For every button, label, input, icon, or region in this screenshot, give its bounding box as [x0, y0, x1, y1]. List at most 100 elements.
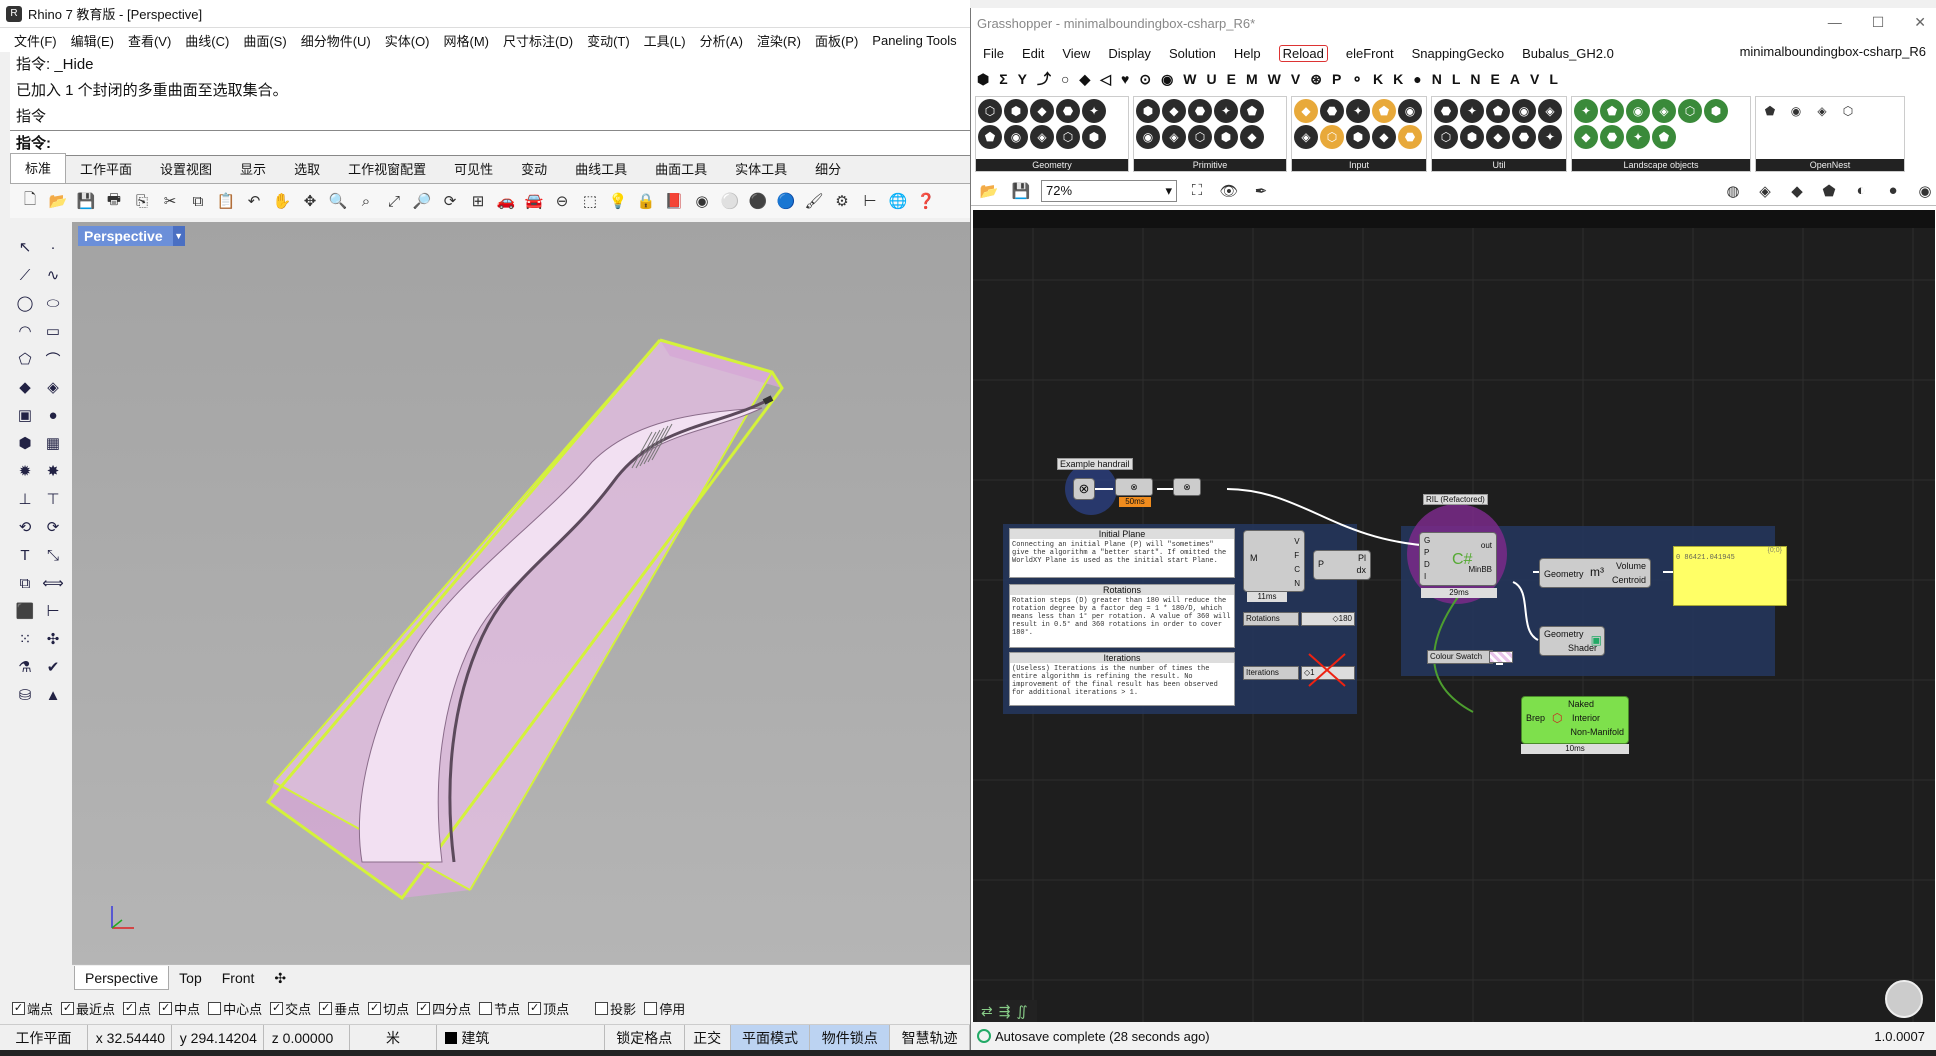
- mesh-icon[interactable]: ▦: [40, 430, 66, 456]
- osnap-6[interactable]: ✓ 垂点: [319, 999, 360, 1018]
- render-mesh-icon[interactable]: ⛁: [12, 682, 38, 708]
- component-icon[interactable]: ✦: [1082, 99, 1106, 123]
- gh-component-tab[interactable]: N: [1470, 71, 1480, 87]
- component-icon[interactable]: ◆: [1030, 99, 1054, 123]
- join-icon[interactable]: ⟲: [12, 514, 38, 540]
- osnap-1[interactable]: ✓ 最近点: [61, 999, 115, 1018]
- gh-component-tab[interactable]: ◁: [1100, 71, 1111, 88]
- component-icon[interactable]: ⬡: [1836, 99, 1860, 123]
- rhino-tab[interactable]: 曲线工具: [561, 157, 641, 183]
- new-file-icon[interactable]: 🗋: [18, 189, 42, 213]
- gh-component-tab[interactable]: ◆: [1079, 71, 1090, 88]
- gumball-icon[interactable]: ✣: [40, 626, 66, 652]
- cplane-icon[interactable]: ⊖: [550, 189, 574, 213]
- named-view-icon[interactable]: 🚘: [522, 189, 546, 213]
- plane-deconstruct-node[interactable]: P Pl dx: [1313, 550, 1371, 580]
- gh-component-tab[interactable]: K: [1393, 71, 1403, 87]
- rhino-menu-item[interactable]: 工具(L): [644, 31, 686, 50]
- rotations-panel[interactable]: Rotations Rotation steps (D) greater tha…: [1009, 584, 1235, 648]
- iterations-panel[interactable]: Iterations (Useless) Iterations is the n…: [1009, 652, 1235, 706]
- component-icon[interactable]: ⬡: [1056, 125, 1080, 149]
- osnap-0[interactable]: ✓ 端点: [12, 999, 53, 1018]
- display-options-icon[interactable]: ◉: [1913, 179, 1936, 203]
- osnap-3[interactable]: ✓ 中点: [159, 999, 200, 1018]
- gh-menu-item[interactable]: View: [1062, 46, 1090, 61]
- smarttrack-toggle[interactable]: 智慧轨迹: [890, 1024, 970, 1051]
- rhino-tab[interactable]: 细分: [801, 157, 855, 183]
- osnap-checkbox[interactable]: [644, 1001, 658, 1015]
- dimension-icon[interactable]: ⊢: [858, 189, 882, 213]
- arc-icon[interactable]: ◠: [12, 318, 38, 344]
- component-icon[interactable]: ⬡: [1434, 125, 1458, 149]
- open-folder-icon[interactable]: 📂: [977, 179, 1001, 203]
- align-icon[interactable]: ⇶: [999, 1003, 1011, 1020]
- gh-component-tab[interactable]: K: [1373, 71, 1383, 87]
- osnap-checkbox[interactable]: ✓: [417, 1001, 431, 1015]
- planar-toggle[interactable]: 平面模式: [730, 1024, 811, 1051]
- component-icon[interactable]: ⬣: [1600, 125, 1624, 149]
- component-icon[interactable]: ⬟: [978, 125, 1002, 149]
- cplane-label[interactable]: 工作平面: [0, 1024, 88, 1051]
- colour-swatch[interactable]: [1489, 651, 1513, 663]
- rhino-tab[interactable]: 选取: [280, 157, 334, 183]
- four-viewports-icon[interactable]: ⊞: [466, 189, 490, 213]
- osnap-checkbox[interactable]: ✓: [61, 1001, 75, 1015]
- trim-icon[interactable]: ⊥: [12, 486, 38, 512]
- brep-join-node[interactable]: ⊗: [1115, 478, 1153, 496]
- rhino-menu-item[interactable]: 编辑(E): [71, 31, 114, 50]
- component-icon[interactable]: ⬢: [1136, 99, 1160, 123]
- rotate-icon[interactable]: ⟳: [40, 514, 66, 540]
- ellipse-icon[interactable]: ⬭: [40, 290, 66, 316]
- gh-component-tab[interactable]: N: [1432, 71, 1442, 87]
- component-icon[interactable]: ⬡: [1320, 125, 1344, 149]
- pan-hand-icon[interactable]: ✋: [270, 189, 294, 213]
- component-icon[interactable]: ⬟: [1600, 99, 1624, 123]
- component-icon[interactable]: ◉: [1512, 99, 1536, 123]
- component-icon[interactable]: ✦: [1538, 125, 1562, 149]
- print-icon[interactable]: 🖶: [102, 189, 126, 213]
- rhino-menu-item[interactable]: 分析(A): [700, 31, 743, 50]
- point-icon[interactable]: ·: [40, 234, 66, 260]
- component-icon[interactable]: ◆: [1372, 125, 1396, 149]
- gh-component-tab[interactable]: Y: [1018, 71, 1027, 87]
- osnap-checkbox[interactable]: ✓: [319, 1001, 333, 1015]
- maximize-icon[interactable]: ☐: [1872, 14, 1885, 31]
- rhino-menu-item[interactable]: 网格(M): [444, 31, 490, 50]
- viewport-tab[interactable]: Front: [212, 966, 265, 990]
- gh-component-tab[interactable]: U: [1207, 71, 1217, 87]
- component-icon[interactable]: ⬢: [1346, 125, 1370, 149]
- component-icon[interactable]: ◆: [1162, 99, 1186, 123]
- scale-icon[interactable]: ⤡: [40, 542, 66, 568]
- gh-component-tab[interactable]: P: [1332, 71, 1341, 87]
- custom-preview-node[interactable]: Geometry Shader ▣: [1539, 626, 1605, 656]
- component-icon[interactable]: ⬢: [1460, 125, 1484, 149]
- component-icon[interactable]: ✦: [1626, 125, 1650, 149]
- osnap-checkbox[interactable]: [208, 1001, 222, 1015]
- component-icon[interactable]: ⬡: [1678, 99, 1702, 123]
- output-panel[interactable]: {0;0} 0 86421.041945: [1673, 546, 1787, 606]
- add-viewport-icon[interactable]: ✣: [264, 966, 296, 990]
- brep-param-node[interactable]: ⊗: [1073, 478, 1095, 500]
- cylinder-icon[interactable]: ⬢: [12, 430, 38, 456]
- markov-icon[interactable]: ⇄: [981, 1003, 993, 1020]
- gh-menu-item[interactable]: SnappingGecko: [1412, 46, 1505, 61]
- profiler-icon[interactable]: ∬: [1016, 1003, 1027, 1020]
- osnap-checkbox[interactable]: [479, 1001, 493, 1015]
- paste-icon[interactable]: 📋: [214, 189, 238, 213]
- component-icon[interactable]: ⬣: [1056, 99, 1080, 123]
- cut-icon[interactable]: ✂: [158, 189, 182, 213]
- gh-component-tab[interactable]: ⤴: [1037, 69, 1051, 89]
- component-icon[interactable]: ⬣: [1512, 125, 1536, 149]
- osnap-2[interactable]: ✓ 点: [123, 999, 151, 1018]
- preview-wire-icon[interactable]: ◍: [1721, 179, 1745, 203]
- minimize-icon[interactable]: —: [1828, 14, 1842, 31]
- split-icon[interactable]: ⊤: [40, 486, 66, 512]
- ortho-toggle[interactable]: 正交: [685, 1024, 731, 1051]
- zoom-select[interactable]: 72%: [1041, 179, 1177, 202]
- light-icon[interactable]: 💡: [606, 189, 630, 213]
- component-icon[interactable]: ⬟: [1758, 99, 1782, 123]
- rhino-tab[interactable]: 显示: [226, 157, 280, 183]
- osnap-checkbox[interactable]: ✓: [368, 1001, 382, 1015]
- select-arrow-icon[interactable]: ↖: [12, 234, 38, 260]
- osnap-7[interactable]: ✓ 切点: [368, 999, 409, 1018]
